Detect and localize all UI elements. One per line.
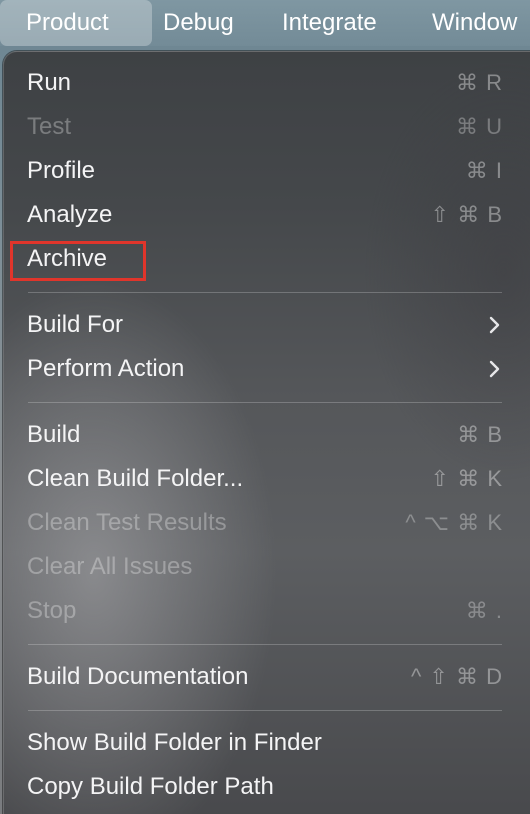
menu-item-perform-action[interactable]: Perform Action <box>4 347 530 391</box>
menu-item-label: Clean Build Folder... <box>27 465 244 492</box>
chevron-right-icon <box>489 360 500 378</box>
menu-item-label: Clear All Issues <box>27 553 193 580</box>
menubar-debug[interactable]: Debug <box>163 0 234 46</box>
menu-separator <box>28 402 502 403</box>
menu-item-label: Build Documentation <box>27 663 249 690</box>
menu-item-label: Copy Build Folder Path <box>27 773 274 800</box>
menu-item-shortcut: ⌘ . <box>465 598 503 623</box>
menu-item-shortcut: ^ ⇧ ⌘ D <box>411 664 503 689</box>
menubar-integrate[interactable]: Integrate <box>282 0 377 46</box>
menu-item-shortcut: ⇧ ⌘ B <box>430 202 503 227</box>
menu-item-stop: Stop ⌘ . <box>4 589 530 633</box>
menu-item-clean-build-folder[interactable]: Clean Build Folder... ⇧ ⌘ K <box>4 457 530 501</box>
menu-item-label: Analyze <box>27 201 113 228</box>
menu-item-analyze[interactable]: Analyze ⇧ ⌘ B <box>4 193 530 237</box>
menu-item-build[interactable]: Build ⌘ B <box>4 413 530 457</box>
menu-item-run[interactable]: Run ⌘ R <box>4 61 530 105</box>
menu-item-label: Test <box>27 113 72 140</box>
menubar-window[interactable]: Window <box>432 0 517 46</box>
archive-highlight-box <box>10 241 146 281</box>
menu-item-shortcut: ⌘ R <box>456 70 503 95</box>
menu-bar: Product Debug Integrate Window <box>0 0 530 46</box>
menu-item-copy-build-folder-path[interactable]: Copy Build Folder Path <box>4 765 530 809</box>
menu-item-shortcut: ⇧ ⌘ K <box>430 466 503 491</box>
product-menu: Run ⌘ R Test ⌘ U Profile ⌘ I Analyze ⇧ ⌘… <box>3 51 530 814</box>
menu-item-label: Build <box>27 421 81 448</box>
menu-item-build-documentation[interactable]: Build Documentation ^ ⇧ ⌘ D <box>4 655 530 699</box>
menu-item-show-build-folder[interactable]: Show Build Folder in Finder <box>4 721 530 765</box>
menu-item-shortcut: ⌘ I <box>465 158 503 183</box>
menu-item-label: Profile <box>27 157 96 184</box>
menu-item-build-for[interactable]: Build For <box>4 303 530 347</box>
menu-item-shortcut: ^ ⌥ ⌘ K <box>405 510 503 535</box>
menu-item-label: Run <box>27 69 72 96</box>
menubar-product[interactable]: Product <box>0 0 152 46</box>
menu-item-label: Stop <box>27 597 77 624</box>
menu-item-label: Perform Action <box>27 355 185 382</box>
menu-item-test: Test ⌘ U <box>4 105 530 149</box>
menu-item-shortcut: ⌘ U <box>456 114 503 139</box>
chevron-right-icon <box>489 316 500 334</box>
menu-item-clean-test-results: Clean Test Results ^ ⌥ ⌘ K <box>4 501 530 545</box>
menu-item-label: Show Build Folder in Finder <box>27 729 322 756</box>
menu-item-profile[interactable]: Profile ⌘ I <box>4 149 530 193</box>
menu-separator <box>28 292 502 293</box>
menu-item-label: Build For <box>27 311 124 338</box>
menu-item-label: Clean Test Results <box>27 509 227 536</box>
menu-separator <box>28 710 502 711</box>
menu-separator <box>28 644 502 645</box>
menu-item-clear-all-issues: Clear All Issues <box>4 545 530 589</box>
menu-item-shortcut: ⌘ B <box>457 422 503 447</box>
